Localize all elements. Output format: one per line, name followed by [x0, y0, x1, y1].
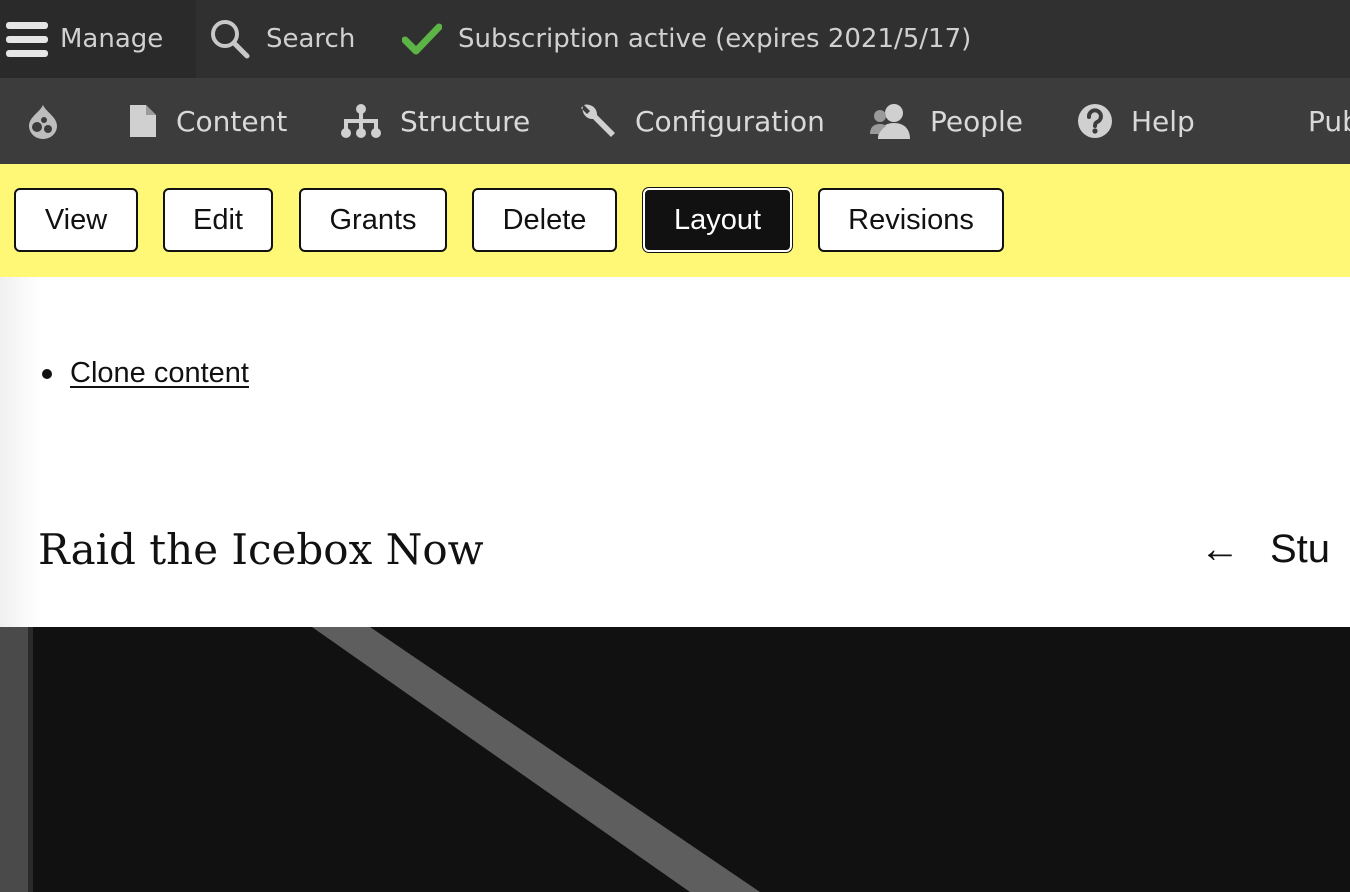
subscription-status[interactable]: Subscription active (expires 2021/5/17) [386, 0, 971, 78]
question-icon [1078, 104, 1112, 138]
clone-content-link[interactable]: Clone content [70, 357, 249, 390]
manage-button[interactable]: Manage [0, 0, 196, 78]
local-tasks-tabs: View Edit Grants Delete Layout Revisions [0, 164, 1350, 277]
nav-publishing[interactable]: Pub [1290, 78, 1350, 164]
admin-menu: Content Structure Configuration People H… [0, 78, 1350, 164]
tab-edit[interactable]: Edit [163, 188, 273, 252]
nav-structure-label: Structure [400, 104, 531, 138]
nav-structure[interactable]: Structure [340, 78, 530, 164]
arrow-left-icon: ← [1200, 527, 1240, 571]
search-label: Search [266, 24, 356, 54]
nav-content[interactable]: Content [128, 78, 287, 164]
nav-people[interactable]: People [870, 78, 1023, 164]
search-button[interactable]: Search [196, 0, 386, 78]
checkmark-icon [402, 23, 442, 55]
nav-help[interactable]: Help [1077, 78, 1195, 164]
page-title: Raid the Icebox Now [38, 525, 484, 574]
search-icon [211, 20, 250, 59]
tab-grants[interactable]: Grants [299, 188, 447, 252]
person-icon [870, 104, 910, 139]
tab-layout[interactable]: Layout [643, 188, 792, 252]
actions-list: Clone content [42, 357, 249, 390]
drupal-home-link[interactable] [26, 78, 60, 164]
tab-revisions[interactable]: Revisions [818, 188, 1004, 252]
previous-post-link[interactable]: ← Stu [1200, 527, 1330, 572]
drupal-drop-icon [29, 105, 57, 139]
previous-post-label: Stu [1270, 527, 1331, 571]
sitemap-icon [341, 104, 381, 138]
list-bullet [42, 368, 52, 379]
main-content: Clone content Raid the Icebox Now ← Stu [0, 277, 1350, 627]
subscription-label: Subscription active (expires 2021/5/17) [458, 24, 972, 54]
tab-delete[interactable]: Delete [472, 188, 617, 252]
nav-help-label: Help [1131, 104, 1195, 138]
nav-people-label: People [930, 104, 1024, 138]
hamburger-icon [6, 22, 48, 57]
admin-toolbar: Manage Search Subscription active (expir… [0, 0, 1350, 78]
nav-configuration-label: Configuration [635, 104, 825, 138]
hero-image-graphic [0, 627, 760, 892]
wrench-icon [581, 104, 615, 137]
tab-view[interactable]: View [14, 188, 138, 252]
nav-publishing-label: Pub [1308, 104, 1350, 138]
manage-label: Manage [60, 24, 164, 54]
nav-content-label: Content [176, 104, 288, 138]
file-icon [130, 105, 156, 137]
nav-configuration[interactable]: Configuration [577, 78, 825, 164]
hero-image [0, 627, 1350, 892]
